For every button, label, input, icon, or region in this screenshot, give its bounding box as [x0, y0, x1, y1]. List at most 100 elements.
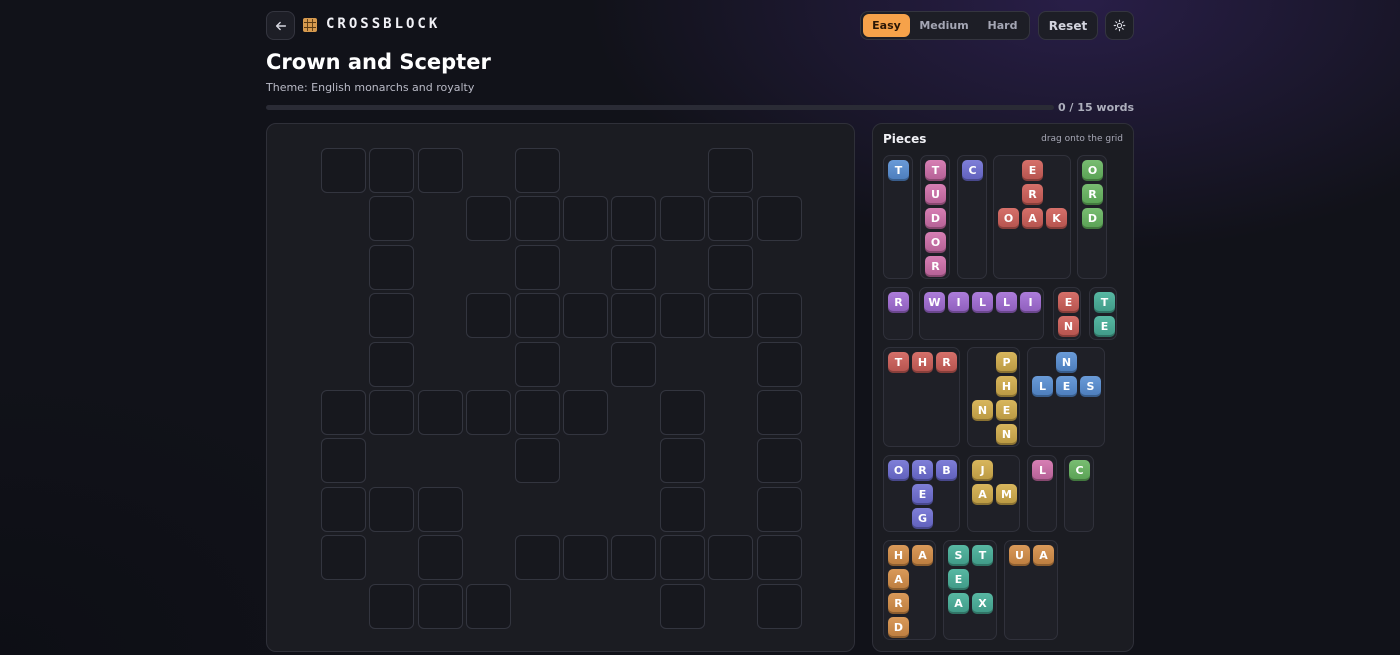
letter-tile[interactable]: R [1082, 184, 1103, 205]
letter-tile[interactable]: L [1032, 460, 1053, 481]
letter-tile[interactable]: I [948, 292, 969, 313]
letter-tile[interactable]: D [888, 617, 909, 638]
letter-tile[interactable]: N [1058, 316, 1079, 337]
letter-tile[interactable]: O [888, 460, 909, 481]
grid-cell[interactable] [369, 486, 415, 532]
letter-tile[interactable]: E [1056, 376, 1077, 397]
grid-cell[interactable] [563, 196, 608, 242]
letter-tile[interactable]: R [936, 352, 957, 373]
grid-cell[interactable] [514, 196, 560, 242]
letter-tile[interactable]: R [888, 292, 909, 313]
letter-tile[interactable]: T [1094, 292, 1115, 313]
grid-cell[interactable] [466, 196, 512, 242]
grid-cell[interactable] [417, 390, 463, 435]
letter-tile[interactable]: A [1022, 208, 1043, 229]
piece-slot[interactable]: TUDOR [920, 155, 950, 279]
letter-tile[interactable]: R [1022, 184, 1043, 205]
piece-slot[interactable]: THR [883, 347, 960, 447]
letter-tile[interactable]: L [996, 292, 1017, 313]
grid-cell[interactable] [659, 486, 705, 532]
letter-tile[interactable]: L [972, 292, 993, 313]
difficulty-medium-button[interactable]: Medium [910, 14, 978, 37]
letter-tile[interactable]: A [888, 569, 909, 590]
letter-tile[interactable]: O [925, 232, 946, 253]
letter-tile[interactable]: D [925, 208, 946, 229]
letter-tile[interactable]: S [1080, 376, 1101, 397]
letter-tile[interactable]: U [1009, 545, 1030, 566]
grid-cell[interactable] [659, 196, 705, 242]
grid-cell[interactable] [756, 486, 802, 532]
letter-tile[interactable]: T [925, 160, 946, 181]
grid-cell[interactable] [708, 196, 754, 242]
piece-slot[interactable]: JAM [967, 455, 1020, 532]
letter-tile[interactable]: A [972, 484, 993, 505]
letter-tile[interactable]: A [912, 545, 933, 566]
letter-tile[interactable]: S [948, 545, 969, 566]
grid-cell[interactable] [659, 583, 705, 629]
grid-cell[interactable] [514, 438, 560, 484]
grid-cell[interactable] [708, 244, 754, 290]
grid-cell[interactable] [466, 583, 512, 629]
grid-cell[interactable] [611, 535, 657, 581]
letter-tile[interactable]: T [888, 352, 909, 373]
letter-tile[interactable]: E [1094, 316, 1115, 337]
letter-tile[interactable]: R [912, 460, 933, 481]
letter-tile[interactable]: M [996, 484, 1017, 505]
letter-tile[interactable]: K [1046, 208, 1067, 229]
letter-tile[interactable]: N [972, 400, 993, 421]
grid-cell[interactable] [659, 390, 705, 435]
grid-cell[interactable] [514, 244, 560, 290]
grid-cell[interactable] [369, 148, 415, 193]
letter-tile[interactable]: P [996, 352, 1017, 373]
grid-cell[interactable] [417, 486, 463, 532]
piece-slot[interactable]: L [1027, 455, 1057, 532]
grid-cell[interactable] [611, 293, 657, 339]
grid-cell[interactable] [563, 535, 608, 581]
letter-tile[interactable]: B [936, 460, 957, 481]
grid-cell[interactable] [369, 390, 415, 435]
grid-cell[interactable] [369, 244, 415, 290]
grid-cell[interactable] [611, 341, 657, 387]
letter-tile[interactable]: U [925, 184, 946, 205]
piece-slot[interactable]: ORBEG [883, 455, 960, 532]
letter-tile[interactable]: D [1082, 208, 1103, 229]
letter-tile[interactable]: I [1020, 292, 1041, 313]
grid-cell[interactable] [756, 438, 802, 484]
grid-cell[interactable] [514, 390, 560, 435]
grid-cell[interactable] [611, 244, 657, 290]
letter-tile[interactable]: O [998, 208, 1019, 229]
piece-slot[interactable]: UA [1004, 540, 1058, 640]
letter-tile[interactable]: H [888, 545, 909, 566]
letter-tile[interactable]: T [972, 545, 993, 566]
letter-tile[interactable]: N [996, 424, 1017, 445]
letter-tile[interactable]: H [912, 352, 933, 373]
grid-cell[interactable] [417, 148, 463, 193]
grid-cell[interactable] [514, 148, 560, 193]
letter-tile[interactable]: L [1032, 376, 1053, 397]
grid-cell[interactable] [708, 293, 754, 339]
piece-slot[interactable]: R [883, 287, 913, 340]
theme-toggle-button[interactable] [1105, 11, 1134, 40]
letter-tile[interactable]: C [1069, 460, 1090, 481]
grid-cell[interactable] [563, 293, 608, 339]
grid-cell[interactable] [659, 535, 705, 581]
piece-slot[interactable]: ORD [1077, 155, 1107, 279]
grid-cell[interactable] [756, 196, 802, 242]
piece-slot[interactable]: T [883, 155, 913, 279]
letter-tile[interactable]: J [972, 460, 993, 481]
piece-slot[interactable]: STEAX [943, 540, 997, 640]
grid-cell[interactable] [659, 293, 705, 339]
letter-tile[interactable]: E [948, 569, 969, 590]
piece-slot[interactable]: PHNEN [967, 347, 1020, 447]
grid-cell[interactable] [708, 148, 754, 193]
letter-tile[interactable]: T [888, 160, 909, 181]
grid-cell[interactable] [321, 148, 366, 193]
piece-slot[interactable]: C [1064, 455, 1094, 532]
piece-slot[interactable]: EN [1053, 287, 1081, 340]
piece-slot[interactable]: HAARD [883, 540, 936, 640]
letter-tile[interactable]: A [948, 593, 969, 614]
piece-slot[interactable]: TE [1089, 287, 1117, 340]
reset-button[interactable]: Reset [1038, 11, 1098, 40]
grid-cell[interactable] [756, 535, 802, 581]
grid-cell[interactable] [514, 293, 560, 339]
